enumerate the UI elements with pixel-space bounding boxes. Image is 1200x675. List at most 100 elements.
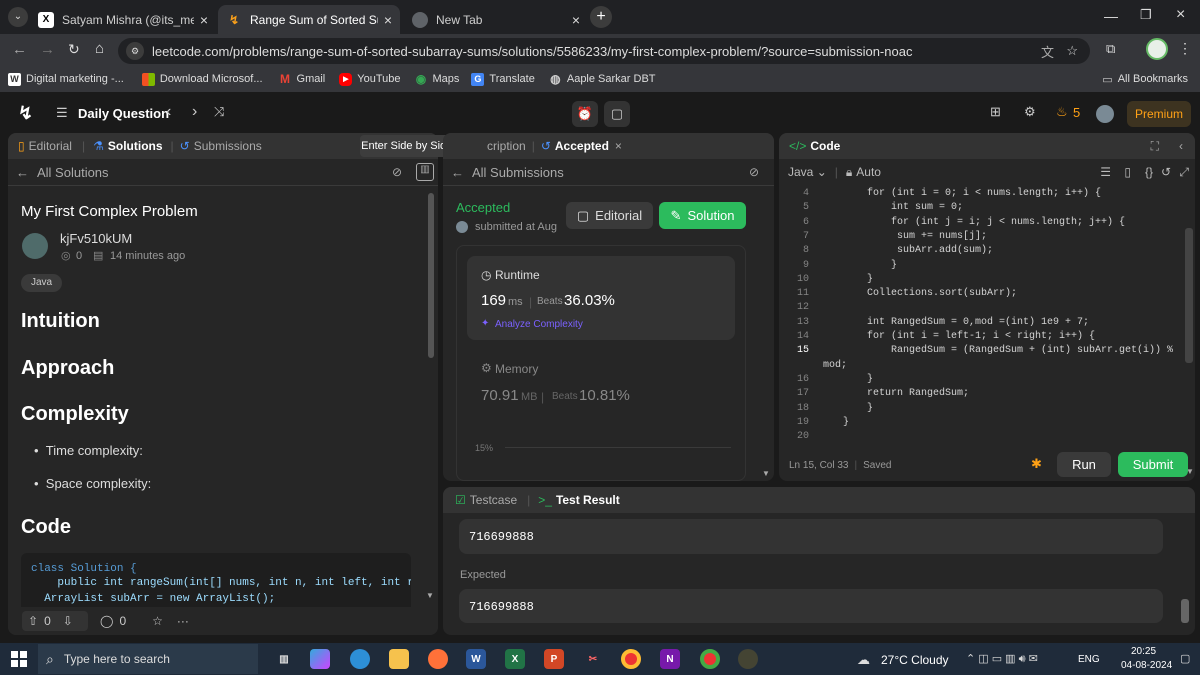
back-arrow-icon[interactable]: ← bbox=[12, 41, 27, 58]
forward-arrow-icon[interactable]: → bbox=[40, 41, 55, 58]
analyze-complexity-link[interactable]: Analyze Complexity bbox=[495, 319, 583, 330]
chrome-profile-icon[interactable] bbox=[700, 649, 720, 669]
input-language[interactable]: ENG bbox=[1078, 654, 1100, 665]
braces-icon[interactable]: {} bbox=[1145, 165, 1153, 179]
restore-icon[interactable]: ❐ bbox=[1140, 7, 1152, 23]
solution-button[interactable]: ✎ Solution bbox=[659, 202, 746, 229]
back-to-submissions[interactable]: ← All Submissions bbox=[451, 165, 564, 180]
bookmark-gmail[interactable]: M Gmail bbox=[279, 72, 325, 86]
close-tab-icon[interactable]: × bbox=[615, 139, 622, 153]
profile-avatar[interactable] bbox=[1146, 38, 1168, 60]
tab-accepted[interactable]: Accepted bbox=[555, 139, 609, 153]
shuffle-icon[interactable]: ⤨ bbox=[214, 104, 224, 120]
close-tab-icon[interactable]: × bbox=[572, 12, 580, 28]
clock-date[interactable]: 04-08-2024 bbox=[1121, 660, 1172, 671]
tab-test-result[interactable]: Test Result bbox=[556, 493, 620, 507]
firefox-icon[interactable] bbox=[428, 649, 448, 669]
file-explorer-icon[interactable] bbox=[389, 649, 409, 669]
back-to-solutions[interactable]: ← All Solutions bbox=[16, 165, 109, 180]
premium-button[interactable]: Premium bbox=[1127, 101, 1191, 127]
language-select[interactable]: Java ⌄ bbox=[788, 165, 827, 179]
tab-editorial[interactable]: Editorial bbox=[29, 139, 72, 153]
settings-gear-icon[interactable]: ⚙ bbox=[1024, 104, 1036, 120]
next-problem-icon[interactable]: › bbox=[192, 103, 197, 121]
thumb-down-icon[interactable]: ⇩ bbox=[63, 614, 73, 628]
task-view-icon[interactable]: ▥ bbox=[274, 649, 294, 669]
copilot-icon[interactable] bbox=[310, 649, 330, 669]
edge-icon[interactable] bbox=[350, 649, 370, 669]
format-icon[interactable]: ☰ bbox=[1100, 165, 1111, 179]
tab-testcase[interactable]: Testcase bbox=[470, 493, 517, 507]
close-window-icon[interactable]: × bbox=[1176, 6, 1185, 24]
code-lines[interactable]: 4 for (int i = 0; i < nums.length; i++) … bbox=[779, 185, 1189, 445]
system-tray-icons[interactable]: ⌃ ◫ ▭ ▥ 🔊︎ ✉ bbox=[966, 652, 1038, 666]
browser-tab-twitter[interactable]: X Satyam Mishra (@its_me_mishra × bbox=[30, 5, 216, 34]
windows-start-icon[interactable] bbox=[11, 651, 27, 667]
translate-page-icon[interactable]: 文 bbox=[1041, 42, 1054, 61]
word-icon[interactable]: W bbox=[466, 649, 486, 669]
streak-fire-icon[interactable]: ♨ bbox=[1056, 104, 1068, 120]
bookmark-youtube[interactable]: ▶ YouTube bbox=[339, 72, 401, 86]
runtime-card[interactable]: ◷ Runtime 169 ms | Beats 36.03% ✦ Analyz… bbox=[467, 256, 735, 340]
layout-icon[interactable]: ⊞ bbox=[990, 104, 1001, 120]
bookmark-aaple-sarkar[interactable]: ◍ Aaple Sarkar DBT bbox=[549, 72, 655, 86]
share-link-icon[interactable]: ⊘ bbox=[749, 165, 759, 179]
fullscreen-icon[interactable]: ⤢ bbox=[1179, 165, 1189, 180]
scroll-down-icon[interactable]: ▼ bbox=[762, 469, 770, 478]
upvote-button[interactable]: ⇧ 0 ⇩ bbox=[22, 611, 88, 631]
result-scrollbar-thumb[interactable] bbox=[1181, 599, 1189, 623]
debug-icon[interactable]: ✱ bbox=[1031, 456, 1042, 472]
link-icon[interactable]: ⊘ bbox=[392, 165, 402, 179]
snipping-tool-icon[interactable]: ✂ bbox=[583, 649, 603, 669]
site-info-icon[interactable]: ⚙ bbox=[126, 42, 144, 60]
timer-icon[interactable]: ⏰ bbox=[572, 101, 598, 127]
close-tab-icon[interactable]: × bbox=[200, 12, 208, 28]
auto-mode[interactable]: Auto bbox=[856, 165, 881, 179]
onenote-icon[interactable]: N bbox=[660, 649, 680, 669]
all-bookmarks[interactable]: ▭ All Bookmarks bbox=[1102, 73, 1188, 86]
app-icon[interactable] bbox=[738, 649, 758, 669]
leetcode-logo-icon[interactable]: ↯ bbox=[18, 103, 33, 124]
author-name[interactable]: kjFv510kUM bbox=[60, 231, 132, 246]
reset-icon[interactable]: ↺ bbox=[1161, 165, 1171, 179]
browser-tab-leetcode[interactable]: ↯ Range Sum of Sorted Subarray × bbox=[218, 5, 400, 34]
address-bar[interactable]: ⚙ leetcode.com/problems/range-sum-of-sor… bbox=[118, 38, 1090, 64]
extensions-icon[interactable]: ⧉ bbox=[1106, 41, 1115, 57]
notes-icon[interactable]: ▢ bbox=[604, 101, 630, 127]
code-scrollbar-thumb[interactable] bbox=[1185, 228, 1193, 363]
powerpoint-icon[interactable]: P bbox=[544, 649, 564, 669]
comment-icon[interactable]: ◯ bbox=[100, 614, 113, 628]
bookmark-digital-marketing[interactable]: W Digital marketing -... bbox=[8, 72, 124, 86]
weather-text[interactable]: 27°C Cloudy bbox=[881, 653, 949, 667]
submit-button[interactable]: Submit bbox=[1118, 452, 1188, 477]
collapse-icon[interactable]: ‹ bbox=[1179, 139, 1183, 153]
notification-icon[interactable]: ▢ bbox=[1180, 652, 1190, 665]
tab-search-button[interactable]: ⌄ bbox=[8, 7, 28, 27]
bookmark-star-icon[interactable]: ☆ bbox=[1066, 43, 1078, 59]
scroll-down-icon[interactable]: ▼ bbox=[426, 591, 434, 600]
tab-description[interactable]: cription bbox=[487, 139, 526, 153]
chrome-menu-icon[interactable]: ⋮ bbox=[1178, 40, 1192, 57]
reload-icon[interactable]: ↻ bbox=[68, 41, 80, 58]
browser-tab-newtab[interactable]: New Tab × bbox=[404, 5, 588, 34]
daily-question-label[interactable]: Daily Question bbox=[78, 106, 169, 121]
bookmark-icon[interactable]: ▯ bbox=[1124, 165, 1131, 179]
editorial-button[interactable]: ▢ Editorial bbox=[566, 202, 653, 229]
run-button[interactable]: Run bbox=[1057, 452, 1111, 477]
language-tag[interactable]: Java bbox=[21, 274, 63, 292]
left-scrollbar-thumb[interactable] bbox=[428, 193, 434, 358]
chrome-icon[interactable] bbox=[621, 649, 641, 669]
maximize-icon[interactable]: ⛶ bbox=[1151, 139, 1159, 154]
close-tab-icon[interactable]: × bbox=[384, 12, 392, 28]
bookmark-translate[interactable]: G Translate bbox=[471, 72, 535, 86]
bookmark-download-microsoft[interactable]: Download Microsof... bbox=[141, 72, 263, 86]
prev-problem-icon[interactable]: ‹ bbox=[166, 103, 171, 121]
excel-icon[interactable]: X bbox=[505, 649, 525, 669]
more-icon[interactable]: ··· bbox=[177, 614, 189, 628]
clock-time[interactable]: 20:25 bbox=[1131, 646, 1156, 657]
author-avatar[interactable] bbox=[22, 233, 48, 259]
new-tab-button[interactable]: + bbox=[590, 6, 612, 28]
home-icon[interactable]: ⌂ bbox=[95, 40, 104, 57]
problem-list-icon[interactable]: ☰ bbox=[56, 105, 68, 121]
tab-solutions[interactable]: Solutions bbox=[108, 139, 163, 153]
